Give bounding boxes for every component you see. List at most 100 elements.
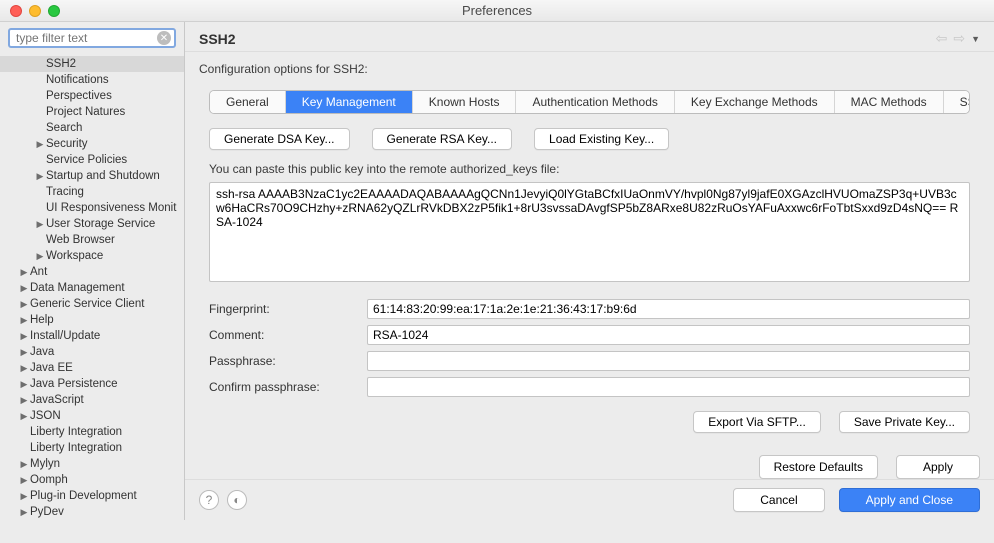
tab[interactable]: Key Exchange Methods [675, 91, 835, 113]
tree-item[interactable]: ▶Java EE [0, 360, 184, 376]
comment-field[interactable] [367, 325, 970, 345]
tree-item[interactable]: Tracing [0, 184, 184, 200]
tree-item[interactable]: ▶Java Persistence [0, 376, 184, 392]
confirm-passphrase-field[interactable] [367, 377, 970, 397]
tree-item-label: Startup and Shutdown [46, 170, 160, 182]
disclosure-arrow-icon[interactable]: ▶ [18, 363, 30, 374]
generate-dsa-button[interactable]: Generate DSA Key... [209, 128, 350, 150]
tree-item-label: Notifications [46, 74, 109, 86]
tree-item-label: PyDev [30, 506, 64, 518]
tab[interactable]: Known Hosts [413, 91, 517, 113]
back-icon[interactable]: ⇦ [936, 30, 948, 47]
tree-item[interactable]: ▶Install/Update [0, 328, 184, 344]
load-key-button[interactable]: Load Existing Key... [534, 128, 669, 150]
tree-item[interactable]: Perspectives [0, 88, 184, 104]
disclosure-arrow-icon[interactable]: ▶ [18, 283, 30, 294]
public-key-textarea[interactable] [209, 182, 970, 282]
tree-item[interactable]: Liberty Integration [0, 424, 184, 440]
tree-item-label: Service Policies [46, 154, 127, 166]
tree-item-label: JSON [30, 410, 61, 422]
tree-item-label: Liberty Integration [30, 426, 122, 438]
disclosure-arrow-icon[interactable]: ▶ [18, 331, 30, 342]
disclosure-arrow-icon[interactable]: ▶ [18, 411, 30, 422]
tree-item[interactable]: ▶Ant [0, 264, 184, 280]
disclosure-arrow-icon[interactable]: ▶ [18, 475, 30, 486]
passphrase-field[interactable] [367, 351, 970, 371]
tree-item[interactable]: Project Natures [0, 104, 184, 120]
generate-rsa-button[interactable]: Generate RSA Key... [372, 128, 513, 150]
tree-item[interactable]: Search [0, 120, 184, 136]
tree-item-label: Ant [30, 266, 47, 278]
tree-item[interactable]: Notifications [0, 72, 184, 88]
disclosure-arrow-icon[interactable]: ▶ [18, 315, 30, 326]
preferences-tree[interactable]: SSH2 Notifications Perspectives Project Nat… [0, 54, 184, 520]
confirm-passphrase-label: Confirm passphrase: [209, 380, 359, 394]
disclosure-arrow-icon[interactable]: ▶ [34, 219, 46, 230]
tree-item[interactable]: ▶Help [0, 312, 184, 328]
page-description: Configuration options for SSH2: [199, 62, 980, 76]
tree-item-label: UI Responsiveness Monit [46, 202, 176, 214]
clear-filter-icon[interactable]: ✕ [157, 31, 171, 45]
tree-item-label: Install/Update [30, 330, 100, 342]
disclosure-arrow-icon[interactable]: ▶ [18, 491, 30, 502]
tree-item-label: Java EE [30, 362, 73, 374]
tree-item[interactable]: ▶Security [0, 136, 184, 152]
fingerprint-field[interactable] [367, 299, 970, 319]
tab[interactable]: SSH Agent [944, 91, 970, 113]
disclosure-arrow-icon[interactable]: ▶ [18, 459, 30, 470]
comment-label: Comment: [209, 328, 359, 342]
tree-item[interactable]: ▶JavaScript [0, 392, 184, 408]
tab[interactable]: MAC Methods [835, 91, 944, 113]
tree-item[interactable]: Liberty Integration [0, 440, 184, 456]
tree-item[interactable]: ▶Data Management [0, 280, 184, 296]
tree-item[interactable]: Web Browser [0, 232, 184, 248]
cancel-button[interactable]: Cancel [733, 488, 824, 512]
tree-item[interactable]: SSH2 [0, 56, 184, 72]
passphrase-label: Passphrase: [209, 354, 359, 368]
disclosure-arrow-icon[interactable]: ▶ [18, 347, 30, 358]
tree-item-label: Security [46, 138, 88, 150]
restore-defaults-button[interactable]: Restore Defaults [759, 455, 878, 479]
apply-and-close-button[interactable]: Apply and Close [839, 488, 980, 512]
tree-item[interactable]: ▶Oomph [0, 472, 184, 488]
tree-item[interactable]: ▶JSON [0, 408, 184, 424]
tab[interactable]: General [210, 91, 286, 113]
tree-item[interactable]: ▶Generic Service Client [0, 296, 184, 312]
help-icon[interactable]: ? [199, 490, 219, 510]
apply-button[interactable]: Apply [896, 455, 980, 479]
disclosure-arrow-icon[interactable]: ▶ [18, 507, 30, 518]
tab[interactable]: Key Management [286, 91, 413, 113]
disclosure-arrow-icon[interactable]: ▶ [34, 251, 46, 262]
disclosure-arrow-icon[interactable]: ▶ [18, 379, 30, 390]
disclosure-arrow-icon[interactable]: ▶ [18, 267, 30, 278]
disclosure-arrow-icon[interactable]: ▶ [18, 299, 30, 310]
tree-item[interactable]: ▶PyDev [0, 504, 184, 520]
tree-item[interactable]: ▶Startup and Shutdown [0, 168, 184, 184]
save-private-key-button[interactable]: Save Private Key... [839, 411, 970, 433]
tree-item[interactable]: ▶Mylyn [0, 456, 184, 472]
tree-item[interactable]: UI Responsiveness Monit [0, 200, 184, 216]
tree-item-label: Data Management [30, 282, 125, 294]
tree-item[interactable]: ▶Plug-in Development [0, 488, 184, 504]
forward-icon[interactable]: ⇨ [953, 30, 965, 47]
tab[interactable]: Authentication Methods [516, 91, 674, 113]
export-sftp-button[interactable]: Export Via SFTP... [693, 411, 821, 433]
view-menu-icon[interactable]: ▼ [971, 34, 980, 44]
tree-item[interactable]: ▶Java [0, 344, 184, 360]
titlebar: Preferences [0, 0, 994, 22]
tree-item-label: Mylyn [30, 458, 60, 470]
progress-icon[interactable]: ◐ [227, 490, 247, 510]
tree-item[interactable]: ▶User Storage Service [0, 216, 184, 232]
tree-item-label: Web Browser [46, 234, 115, 246]
filter-input[interactable] [8, 28, 176, 48]
tree-item-label: Search [46, 122, 82, 134]
disclosure-arrow-icon[interactable]: ▶ [18, 395, 30, 406]
tree-item[interactable]: Service Policies [0, 152, 184, 168]
tree-item[interactable]: ▶Workspace [0, 248, 184, 264]
disclosure-arrow-icon[interactable]: ▶ [34, 139, 46, 150]
tree-item-label: Project Natures [46, 106, 125, 118]
tree-item-label: Generic Service Client [30, 298, 144, 310]
disclosure-arrow-icon[interactable]: ▶ [34, 171, 46, 182]
window-title: Preferences [0, 3, 994, 18]
tree-item-label: Workspace [46, 250, 103, 262]
